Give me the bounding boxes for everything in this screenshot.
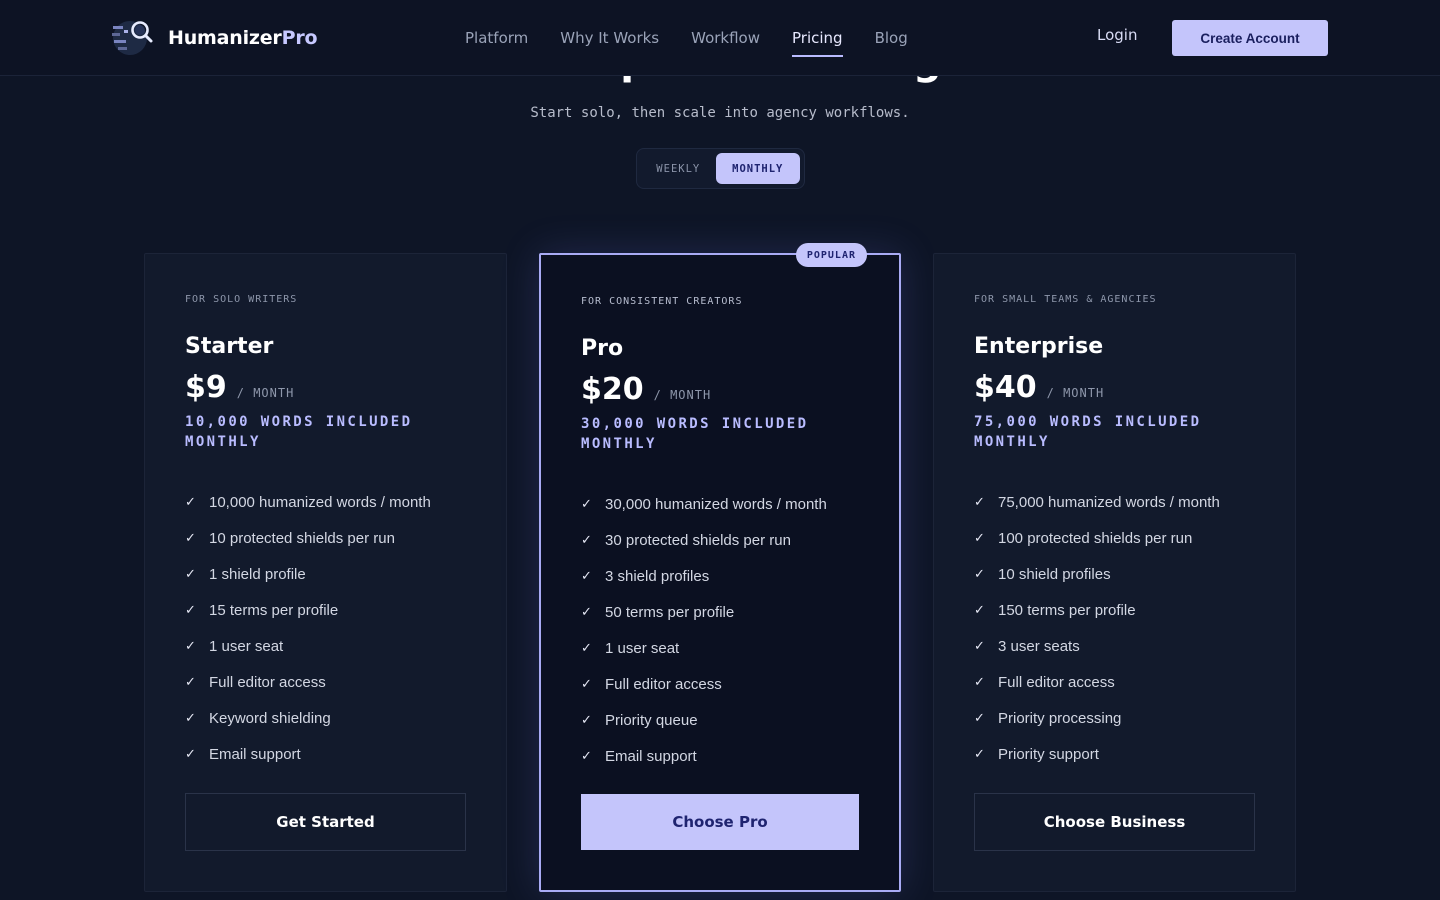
check-icon: ✓ bbox=[185, 566, 196, 582]
magnifier-chip-logo-icon bbox=[112, 21, 153, 55]
feature-item: ✓ 10,000 humanized words / month bbox=[185, 493, 431, 511]
login-link[interactable]: Login bbox=[1097, 26, 1137, 44]
feature-item: ✓ Priority support bbox=[974, 745, 1099, 763]
toggle-option-monthly[interactable]: MONTHLY bbox=[715, 153, 800, 184]
check-icon: ✓ bbox=[185, 674, 196, 690]
plan-name: Enterprise bbox=[974, 334, 1104, 359]
feature-item: ✓ 50 terms per profile bbox=[581, 603, 735, 621]
nav-link-pricing[interactable]: Pricing bbox=[792, 25, 843, 57]
feature-item: ✓ 1 user seat bbox=[185, 637, 284, 655]
plan-period: / MONTH bbox=[236, 386, 295, 400]
plan-name: Pro bbox=[581, 336, 624, 361]
primary-nav: Platform Why It Works Workflow Pricing B… bbox=[465, 0, 908, 76]
nav-link-platform[interactable]: Platform bbox=[465, 25, 528, 51]
nav-link-workflow[interactable]: Workflow bbox=[691, 25, 760, 51]
feature-item: ✓ Email support bbox=[581, 747, 697, 765]
feature-item: ✓ 10 shield profiles bbox=[974, 565, 1111, 583]
check-icon: ✓ bbox=[974, 638, 985, 654]
check-icon: ✓ bbox=[974, 566, 985, 582]
feature-item: ✓ 3 shield profiles bbox=[581, 567, 710, 585]
feature-item: ✓ 1 shield profile bbox=[185, 565, 306, 583]
check-icon: ✓ bbox=[581, 676, 592, 692]
feature-item: ✓ 15 terms per profile bbox=[185, 601, 339, 619]
toggle-option-weekly[interactable]: WEEKLY bbox=[641, 153, 716, 184]
check-icon: ✓ bbox=[974, 530, 985, 546]
check-icon: ✓ bbox=[974, 602, 985, 618]
feature-list: ✓ 30,000 humanized words / month ✓ 30 prot… bbox=[581, 486, 859, 774]
check-icon: ✓ bbox=[974, 746, 985, 762]
feature-item: ✓ Email support bbox=[185, 745, 301, 763]
check-icon: ✓ bbox=[581, 712, 592, 728]
check-icon: ✓ bbox=[581, 532, 592, 548]
plan-price: $9 bbox=[185, 370, 227, 405]
check-icon: ✓ bbox=[185, 746, 196, 762]
top-navigation: HumanizerPro Platform Why It Works Workf… bbox=[0, 0, 1440, 76]
check-icon: ✓ bbox=[974, 674, 985, 690]
plan-audience: FOR SOLO WRITERS bbox=[185, 294, 298, 305]
feature-item: ✓ Full editor access bbox=[974, 673, 1115, 691]
check-icon: ✓ bbox=[581, 640, 592, 656]
plan-price: $40 bbox=[974, 370, 1037, 405]
plan-words-included: 10,000 WORDS INCLUDED MONTHLY bbox=[185, 414, 413, 450]
feature-item: ✓ 10 protected shields per run bbox=[185, 529, 395, 547]
feature-item: ✓ Priority processing bbox=[974, 709, 1122, 727]
billing-period-toggle[interactable]: WEEKLY MONTHLY bbox=[636, 148, 805, 189]
feature-list: ✓ 75,000 humanized words / month ✓ 100 pro… bbox=[974, 484, 1255, 772]
feature-item: ✓ 100 protected shields per run bbox=[974, 529, 1193, 547]
check-icon: ✓ bbox=[974, 494, 985, 510]
plan-words-included: 30,000 WORDS INCLUDED MONTHLY bbox=[581, 416, 809, 452]
plan-card-pro: POPULAR FOR CONSISTENT CREATORS Pro $20 … bbox=[539, 243, 901, 892]
plan-price: $20 bbox=[581, 372, 644, 407]
nav-link-why-it-works[interactable]: Why It Works bbox=[560, 25, 659, 51]
check-icon: ✓ bbox=[185, 494, 196, 510]
feature-item: ✓ Full editor access bbox=[581, 675, 722, 693]
check-icon: ✓ bbox=[185, 710, 196, 726]
nav-link-blog[interactable]: Blog bbox=[875, 25, 908, 51]
plan-words-included: 75,000 WORDS INCLUDED MONTHLY bbox=[974, 414, 1202, 450]
get-started-button[interactable]: Get Started bbox=[185, 793, 466, 851]
check-icon: ✓ bbox=[185, 530, 196, 546]
popular-badge: POPULAR bbox=[795, 243, 867, 267]
plan-period: / MONTH bbox=[653, 388, 712, 402]
feature-item: ✓ Full editor access bbox=[185, 673, 326, 691]
feature-item: ✓ 30,000 humanized words / month bbox=[581, 495, 827, 513]
brand-name: HumanizerPro bbox=[168, 27, 318, 49]
plan-name: Starter bbox=[185, 334, 274, 359]
check-icon: ✓ bbox=[185, 602, 196, 618]
check-icon: ✓ bbox=[185, 638, 196, 654]
plan-audience: FOR SMALL TEAMS & AGENCIES bbox=[974, 294, 1157, 305]
feature-item: ✓ 150 terms per profile bbox=[974, 601, 1136, 619]
brand-home-link[interactable]: HumanizerPro bbox=[110, 16, 318, 60]
feature-list: ✓ 10,000 humanized words / month ✓ 10 prot… bbox=[185, 484, 466, 772]
plan-card-starter: FOR SOLO WRITERS Starter $9 / MONTH 10,0… bbox=[144, 253, 507, 892]
check-icon: ✓ bbox=[581, 604, 592, 620]
choose-business-button[interactable]: Choose Business bbox=[974, 793, 1255, 851]
plan-period: / MONTH bbox=[1046, 386, 1105, 400]
check-icon: ✓ bbox=[581, 748, 592, 764]
create-account-button[interactable]: Create Account bbox=[1172, 20, 1328, 56]
plan-audience: FOR CONSISTENT CREATORS bbox=[581, 296, 743, 307]
feature-item: ✓ 75,000 humanized words / month bbox=[974, 493, 1220, 511]
feature-item: ✓ 1 user seat bbox=[581, 639, 680, 657]
feature-item: ✓ 30 protected shields per run bbox=[581, 531, 791, 549]
feature-item: ✓ 3 user seats bbox=[974, 637, 1080, 655]
feature-item: ✓ Keyword shielding bbox=[185, 709, 331, 727]
choose-pro-button[interactable]: Choose Pro bbox=[581, 794, 859, 850]
page-subtitle: Start solo, then scale into agency workf… bbox=[530, 105, 910, 121]
check-icon: ✓ bbox=[581, 568, 592, 584]
feature-item: ✓ Priority queue bbox=[581, 711, 698, 729]
check-icon: ✓ bbox=[974, 710, 985, 726]
check-icon: ✓ bbox=[581, 496, 592, 512]
plan-card-enterprise: FOR SMALL TEAMS & AGENCIES Enterprise $4… bbox=[933, 253, 1296, 892]
